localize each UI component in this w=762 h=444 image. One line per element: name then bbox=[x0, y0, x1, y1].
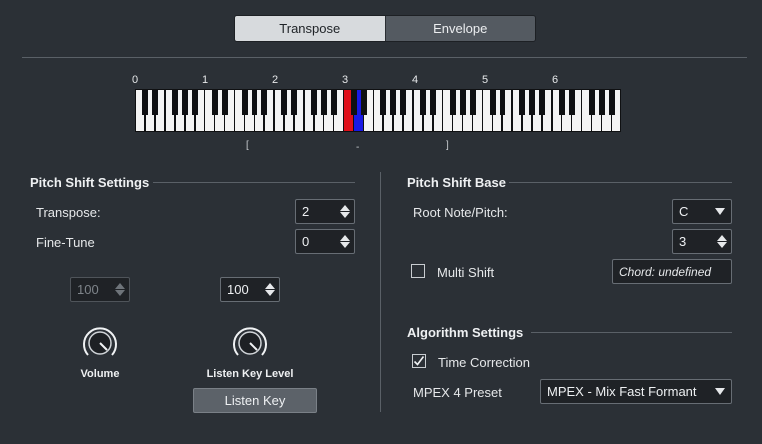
transpose-value: 2 bbox=[302, 204, 310, 219]
tab-bar: Transpose Envelope bbox=[234, 15, 536, 42]
black-key[interactable] bbox=[539, 90, 546, 115]
checkmark-icon bbox=[413, 356, 425, 366]
listen-key-button[interactable]: Listen Key bbox=[193, 388, 317, 413]
black-key[interactable] bbox=[499, 90, 506, 115]
black-key[interactable] bbox=[608, 90, 615, 115]
time-correction-checkbox[interactable] bbox=[412, 354, 426, 368]
listen-level-stepper[interactable]: 100 bbox=[220, 277, 280, 302]
pitch-shift-base-title: Pitch Shift Base bbox=[407, 175, 506, 190]
stepper-arrows-icon[interactable] bbox=[340, 235, 350, 248]
black-key[interactable] bbox=[281, 90, 288, 115]
black-key[interactable] bbox=[568, 90, 575, 115]
black-key[interactable] bbox=[152, 90, 159, 115]
mpex-preset-label: MPEX 4 Preset bbox=[413, 385, 502, 400]
transpose-stepper[interactable]: 2 bbox=[295, 199, 355, 224]
fine-tune-value: 0 bbox=[302, 234, 310, 249]
octave-label-6: 6 bbox=[552, 74, 559, 86]
octave-value: 3 bbox=[679, 234, 687, 249]
mpex-preset-value: MPEX - Mix Fast Formant bbox=[547, 384, 697, 399]
section-rule bbox=[509, 182, 732, 183]
time-correction-label: Time Correction bbox=[438, 355, 530, 370]
black-key[interactable] bbox=[261, 90, 268, 115]
octave-label-3: 3 bbox=[342, 74, 349, 86]
volume-label: Volume bbox=[80, 368, 120, 380]
black-key[interactable] bbox=[350, 90, 357, 115]
chord-field[interactable]: Chord: undefined bbox=[612, 259, 732, 284]
mpex-preset-select[interactable]: MPEX - Mix Fast Formant bbox=[540, 379, 732, 404]
black-key[interactable] bbox=[291, 90, 298, 115]
pitch-shift-settings-title: Pitch Shift Settings bbox=[30, 175, 150, 190]
column-divider bbox=[380, 172, 381, 412]
black-key[interactable] bbox=[330, 90, 337, 115]
volume-stepper: 100 bbox=[70, 277, 130, 302]
black-key[interactable] bbox=[182, 90, 189, 115]
multi-shift-checkbox[interactable] bbox=[411, 264, 425, 278]
chevron-down-icon bbox=[715, 388, 725, 395]
volume-knob-icon[interactable] bbox=[81, 324, 119, 362]
black-key[interactable] bbox=[142, 90, 149, 115]
black-key[interactable] bbox=[449, 90, 456, 115]
transpose-label: Transpose: bbox=[36, 205, 101, 220]
black-key[interactable] bbox=[390, 90, 397, 115]
black-key[interactable] bbox=[311, 90, 317, 115]
black-key[interactable] bbox=[588, 90, 595, 115]
fine-tune-stepper[interactable]: 0 bbox=[295, 229, 355, 254]
black-key[interactable] bbox=[519, 90, 526, 115]
black-key[interactable] bbox=[489, 90, 496, 115]
black-key[interactable] bbox=[320, 90, 327, 115]
black-key[interactable] bbox=[211, 90, 218, 115]
listen-key-level-label: Listen Key Level bbox=[206, 368, 294, 380]
octave-label-5: 5 bbox=[482, 74, 489, 86]
black-key[interactable] bbox=[360, 90, 367, 115]
octave-label-2: 2 bbox=[272, 74, 279, 86]
range-center-mark: - bbox=[356, 142, 360, 153]
chevron-down-icon bbox=[715, 208, 725, 215]
octave-label-0: 0 bbox=[132, 74, 139, 86]
stepper-arrows-icon bbox=[115, 283, 125, 296]
range-start-mark: [ bbox=[246, 140, 249, 151]
black-key[interactable] bbox=[469, 90, 476, 115]
black-key[interactable] bbox=[221, 90, 228, 115]
black-key[interactable] bbox=[459, 90, 466, 115]
piano-keyboard[interactable] bbox=[135, 89, 621, 132]
listen-level-value: 100 bbox=[227, 282, 249, 297]
black-key[interactable] bbox=[172, 90, 179, 115]
black-key[interactable] bbox=[251, 90, 258, 115]
root-note-value: C bbox=[679, 204, 689, 219]
black-key[interactable] bbox=[192, 90, 198, 115]
black-key[interactable] bbox=[400, 90, 407, 115]
stepper-arrows-icon[interactable] bbox=[265, 283, 275, 296]
black-key[interactable] bbox=[430, 90, 436, 115]
black-key[interactable] bbox=[598, 90, 605, 115]
octave-stepper[interactable]: 3 bbox=[672, 229, 732, 254]
section-rule bbox=[531, 332, 732, 333]
black-key[interactable] bbox=[380, 90, 387, 115]
volume-value: 100 bbox=[77, 282, 99, 297]
listen-key-level-knob-icon[interactable] bbox=[231, 324, 269, 362]
top-divider bbox=[22, 57, 747, 58]
tab-transpose[interactable]: Transpose bbox=[235, 16, 385, 41]
black-key[interactable] bbox=[420, 90, 427, 115]
algorithm-settings-title: Algorithm Settings bbox=[407, 325, 524, 340]
range-end-mark: ] bbox=[446, 140, 449, 151]
section-rule bbox=[153, 182, 355, 183]
multi-shift-label: Multi Shift bbox=[437, 265, 495, 280]
root-note-label: Root Note/Pitch: bbox=[413, 205, 508, 220]
octave-label-1: 1 bbox=[202, 74, 209, 86]
black-key[interactable] bbox=[559, 90, 565, 115]
stepper-arrows-icon[interactable] bbox=[340, 205, 350, 218]
root-note-select[interactable]: C bbox=[672, 199, 732, 224]
tab-envelope[interactable]: Envelope bbox=[384, 16, 535, 41]
black-key[interactable] bbox=[529, 90, 536, 115]
black-key[interactable] bbox=[241, 90, 248, 115]
fine-tune-label: Fine-Tune bbox=[36, 235, 95, 250]
stepper-arrows-icon[interactable] bbox=[717, 235, 727, 248]
octave-label-4: 4 bbox=[412, 74, 419, 86]
